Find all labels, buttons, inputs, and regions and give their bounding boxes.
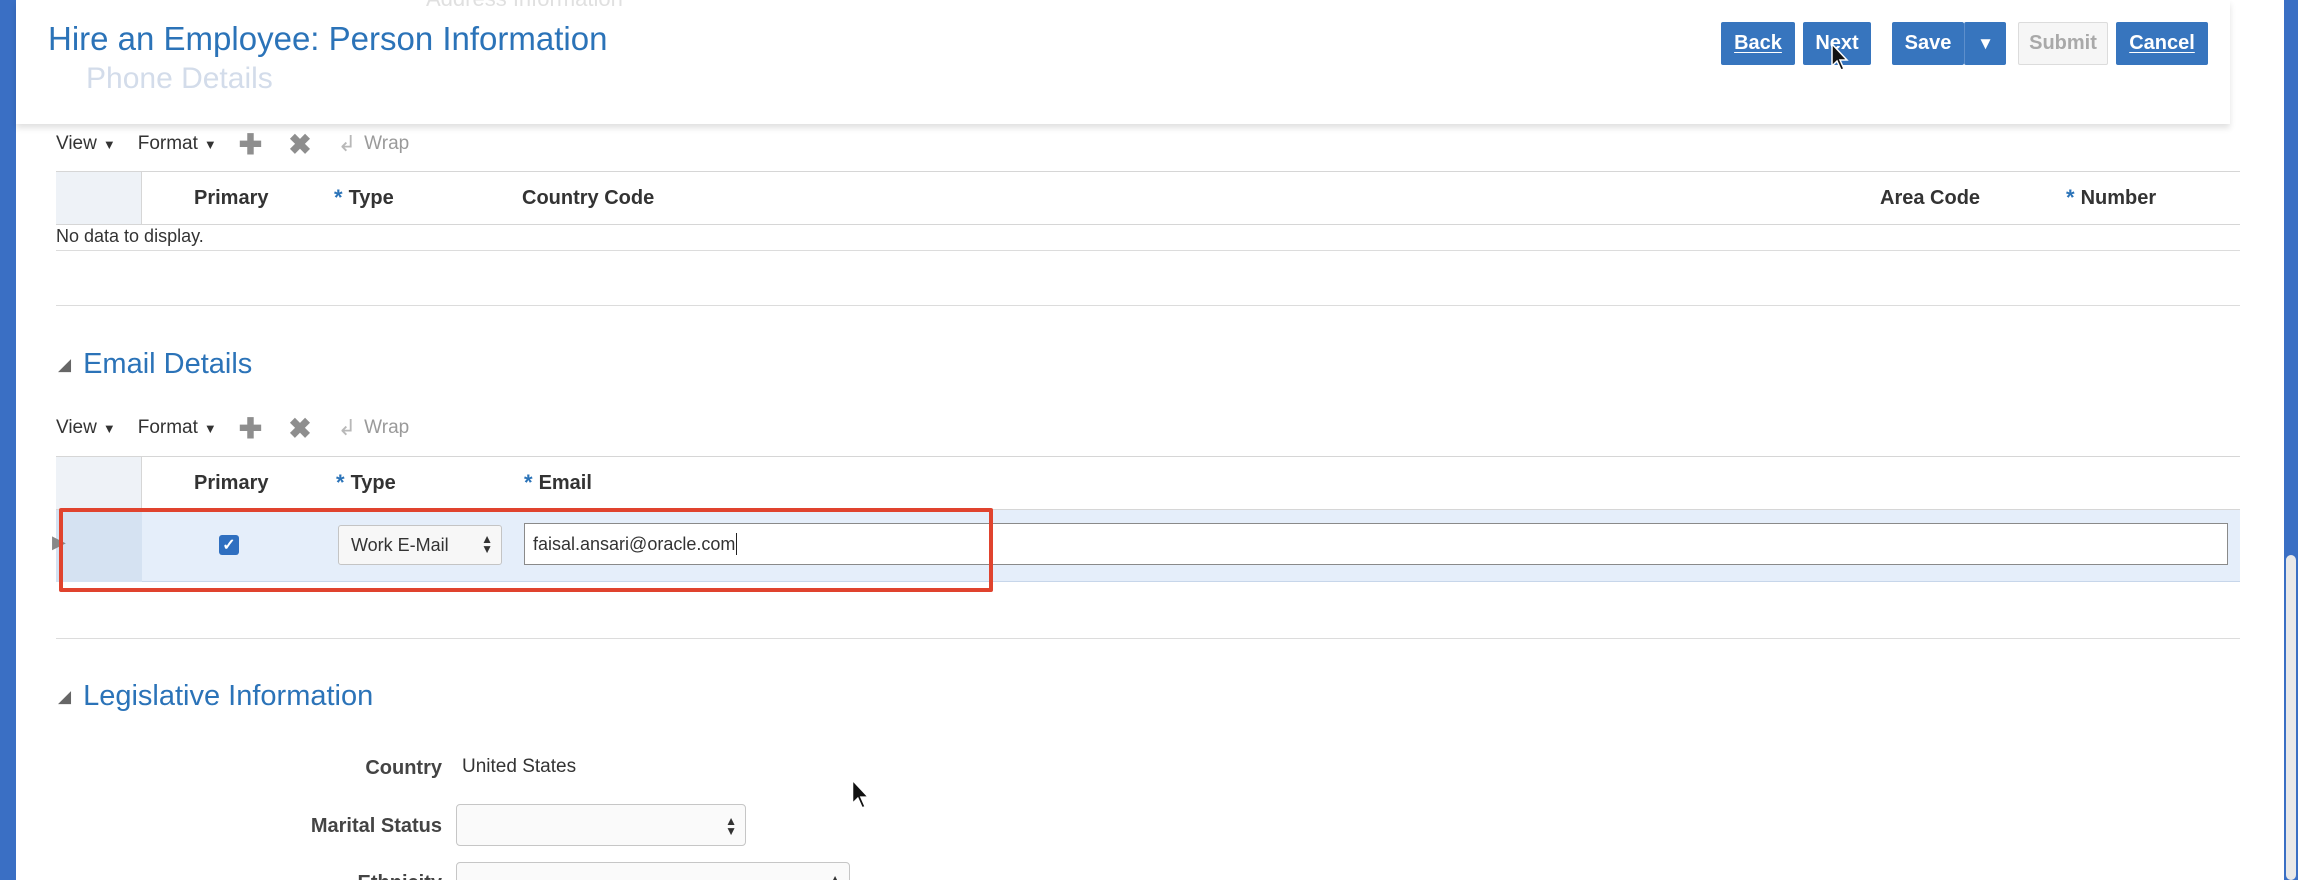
col-number: * Number <box>2066 185 2157 210</box>
caret-down-icon: ▼ <box>102 136 116 152</box>
col-type: * Type <box>336 470 396 495</box>
col-primary: Primary <box>194 471 269 494</box>
phone-empty-message: No data to display. <box>56 226 204 246</box>
delete-x-icon[interactable]: ✖ <box>288 412 311 445</box>
ghost-section-phone: Phone Details <box>86 62 273 95</box>
vertical-scrollbar[interactable] <box>2284 0 2298 880</box>
divider <box>56 305 2240 306</box>
page-header: Address Information Phone Details Hire a… <box>16 0 2230 124</box>
section-title: Email Details <box>83 348 253 380</box>
submit-button[interactable]: Submit <box>2018 22 2108 65</box>
caret-down-icon: ▼ <box>102 420 116 436</box>
col-area-code: Area Code <box>1880 186 1981 209</box>
divider <box>56 250 2240 251</box>
legislative-info-header[interactable]: ◢ Legislative Information <box>58 680 373 713</box>
required-mark: * <box>2066 185 2075 210</box>
phone-table-header: Primary * Type Country Code Area Code * Nu… <box>56 171 2240 225</box>
save-menu-button[interactable]: ▼ <box>1964 22 2006 65</box>
caret-down-icon: ▼ <box>203 420 217 436</box>
col-email: * Email <box>524 470 592 495</box>
collapse-triangle-icon: ◢ <box>58 686 72 706</box>
wrap-icon: ↲ <box>337 415 357 440</box>
mouse-pointer-icon <box>851 778 871 809</box>
email-view-menu[interactable]: View ▼ <box>56 417 116 439</box>
back-button[interactable]: Back <box>1721 22 1795 65</box>
row-header-column <box>56 172 142 224</box>
collapse-triangle-icon: ◢ <box>58 354 72 374</box>
ethnicity-select[interactable]: ▲▼ <box>456 862 850 880</box>
select-arrows-icon: ▲▼ <box>829 872 841 880</box>
email-wrap-button[interactable]: ↲ Wrap <box>338 415 410 441</box>
country-value: United States <box>462 756 577 777</box>
email-details-header[interactable]: ◢ Email Details <box>58 348 252 381</box>
plus-icon[interactable]: ✚ <box>239 412 262 445</box>
phone-format-menu[interactable]: Format ▼ <box>138 133 217 155</box>
col-primary: Primary <box>194 186 269 209</box>
col-country-code: Country Code <box>522 186 655 209</box>
scrollbar-thumb[interactable] <box>2286 555 2296 880</box>
plus-icon[interactable]: ✚ <box>239 128 262 161</box>
section-title: Legislative Information <box>83 680 374 712</box>
annotation-highlight <box>59 508 993 592</box>
save-button[interactable]: Save <box>1892 22 1964 65</box>
country-label: Country <box>365 757 442 779</box>
required-mark: * <box>336 470 345 495</box>
row-header-column <box>56 457 142 509</box>
email-format-menu[interactable]: Format ▼ <box>138 417 217 439</box>
email-toolbar: View ▼ Format ▼ ✚ ✖ ↲ Wrap <box>56 411 409 445</box>
ethnicity-label: Ethnicity <box>270 872 442 880</box>
wrap-icon: ↲ <box>337 131 357 156</box>
marital-status-label: Marital Status <box>310 815 442 837</box>
select-arrows-icon: ▲▼ <box>725 814 737 838</box>
cancel-button[interactable]: Cancel <box>2116 22 2208 65</box>
ghost-section-address: Address Information <box>426 0 623 12</box>
caret-down-icon: ▼ <box>203 136 217 152</box>
required-mark: * <box>524 470 533 495</box>
col-type: * Type <box>334 185 394 210</box>
phone-view-menu[interactable]: View ▼ <box>56 133 116 155</box>
marital-status-select[interactable]: ▲ ▼ <box>456 804 746 846</box>
delete-x-icon[interactable]: ✖ <box>288 128 311 161</box>
divider <box>56 638 2240 639</box>
mouse-pointer-icon <box>1831 42 1849 71</box>
phone-toolbar: View ▼ Format ▼ ✚ ✖ ↲ Wrap <box>56 127 409 161</box>
required-mark: * <box>334 185 343 210</box>
phone-wrap-button[interactable]: ↲ Wrap <box>338 131 410 157</box>
chevron-down-icon: ▼ <box>1977 33 1994 53</box>
window-left-border <box>0 0 16 880</box>
page-title: Hire an Employee: Person Information <box>48 20 608 57</box>
email-table-header: Primary * Type * Email <box>56 456 2240 510</box>
